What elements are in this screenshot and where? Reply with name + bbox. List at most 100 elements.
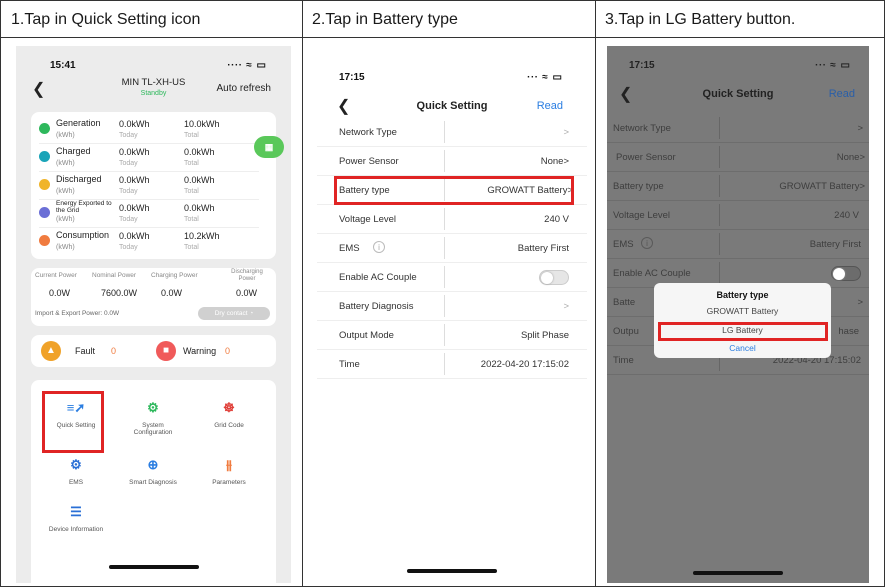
setting-row-battery-diagnosis[interactable]: Battery Diagnosis > xyxy=(317,292,587,321)
total-label: Total xyxy=(184,188,199,195)
dialog-title: Battery type xyxy=(716,290,769,300)
smart-diagnosis-button[interactable]: ⊕ Smart Diagnosis xyxy=(123,457,183,486)
warning-label[interactable]: Warning xyxy=(183,346,216,356)
setting-label: Time xyxy=(339,359,360,370)
today-label: Today xyxy=(119,132,138,139)
energy-row-discharged: Discharged (kWh) 0.0kWh Today 0.0kWh Tot… xyxy=(39,172,259,200)
home-indicator xyxy=(108,565,199,569)
read-button[interactable]: Read xyxy=(537,100,563,112)
setting-label: Voltage Level xyxy=(613,210,671,221)
setting-row-network-type[interactable]: Network Type > xyxy=(317,118,587,147)
chart-toggle-icon[interactable]: ▦ xyxy=(254,136,284,158)
today-label: Today xyxy=(119,216,138,223)
setting-value: > xyxy=(563,301,569,312)
setting-label: Battery Diagnosis xyxy=(339,301,414,312)
column-divider xyxy=(302,1,303,587)
parameters-button[interactable]: ⫵ Parameters xyxy=(199,457,259,486)
cancel-button[interactable]: Cancel xyxy=(654,343,831,353)
setting-row-network-type: Network Type > xyxy=(607,114,869,143)
setting-label: Network Type xyxy=(339,127,397,138)
parameters-icon: ⫵ xyxy=(226,457,232,472)
grid-code-button[interactable]: ☸ Grid Code xyxy=(199,400,259,429)
info-icon: i xyxy=(641,237,653,249)
grid-export-icon xyxy=(39,207,50,218)
setting-label: Power Sensor xyxy=(616,152,676,163)
energy-today: 0.0kWh xyxy=(119,119,150,129)
auto-refresh-button[interactable]: Auto refresh xyxy=(217,83,271,94)
power-value: 0.0W xyxy=(161,288,183,298)
setting-value: 240 V xyxy=(544,214,569,225)
setting-value: 2022-04-20 17:15:02 xyxy=(480,359,569,370)
divider xyxy=(719,233,720,255)
step1-title: 1.Tap in Quick Setting icon xyxy=(1,1,302,38)
setting-label: Time xyxy=(613,355,634,366)
setting-label: Enable AC Couple xyxy=(613,268,691,279)
divider xyxy=(444,324,445,346)
energy-row-exported: Energy Exported to the Grid (kWh) 0.0kWh… xyxy=(39,200,259,228)
setting-row-output-mode[interactable]: Output Mode Split Phase xyxy=(317,321,587,350)
setting-row-enable-ac-couple: Enable AC Couple xyxy=(317,263,587,292)
status-icons: ∙∙∙ ≈ ▭ xyxy=(527,72,563,83)
home-indicator xyxy=(693,571,783,575)
energy-row-generation: Generation (kWh) 0.0kWh Today 10.0kWh To… xyxy=(39,116,259,144)
setting-value: > xyxy=(563,127,569,138)
setting-row-power-sensor[interactable]: Power Sensor None> xyxy=(317,147,587,176)
device-information-button[interactable]: ☰ Device Information xyxy=(46,504,106,533)
energy-unit: (kWh) xyxy=(56,244,75,251)
ac-couple-toggle[interactable] xyxy=(539,270,569,285)
status-icons: ∙∙∙ ≈ ▭ xyxy=(815,60,851,71)
setting-label: Outpu xyxy=(613,326,639,337)
highlight-box xyxy=(42,391,104,453)
total-label: Total xyxy=(184,244,199,251)
setting-row-voltage-level[interactable]: Voltage Level 240 V xyxy=(317,205,587,234)
fault-label[interactable]: Fault xyxy=(75,346,95,356)
energy-label: Charged xyxy=(56,146,91,156)
ems-button[interactable]: ⚙ EMS xyxy=(46,457,106,486)
setting-value: > xyxy=(857,297,863,308)
charged-icon xyxy=(39,151,50,162)
device-header: ❮ MIN TL-XH-US Standby Auto refresh xyxy=(16,74,291,104)
setting-label: EMS xyxy=(613,239,634,250)
instruction-table: 1.Tap in Quick Setting icon 2.Tap in Bat… xyxy=(0,0,885,587)
setting-value: 240 V xyxy=(834,210,859,221)
energy-total: 0.0kWh xyxy=(184,147,215,157)
today-label: Today xyxy=(119,188,138,195)
setting-value: > xyxy=(857,123,863,134)
growatt-battery-option[interactable]: GROWATT Battery xyxy=(654,306,831,316)
setting-row-time[interactable]: Time 2022-04-20 17:15:02 xyxy=(317,350,587,379)
setting-row-battery-type: Battery type GROWATT Battery> xyxy=(607,172,869,201)
step3-title: 3.Tap in LG Battery button. xyxy=(595,1,885,38)
battery-type-dialog: Battery type GROWATT Battery LG Battery … xyxy=(654,283,831,358)
setting-value: Battery First xyxy=(809,239,861,250)
phone-screen-1: 15:41 ∙∙∙∙ ≈ ▭ ❮ MIN TL-XH-US Standby Au… xyxy=(16,46,291,583)
energy-total: 0.0kWh xyxy=(184,203,215,213)
total-label: Total xyxy=(184,160,199,167)
setting-label: Voltage Level xyxy=(339,214,397,225)
quick-setting-header: ❮ Quick Setting Read xyxy=(607,80,869,110)
setting-label: Network Type xyxy=(613,123,671,134)
energy-today: 0.0kWh xyxy=(119,147,150,157)
energy-unit: (kWh) xyxy=(56,160,75,167)
power-value: 7600.0W xyxy=(101,288,138,298)
total-label: Total xyxy=(184,132,199,139)
divider xyxy=(444,121,445,143)
setting-label: Enable AC Couple xyxy=(339,272,417,283)
ems-icon: ⚙ xyxy=(70,457,82,472)
energy-today: 0.0kWh xyxy=(119,175,150,185)
setting-row-voltage-level: Voltage Level 240 V xyxy=(607,201,869,230)
home-indicator xyxy=(407,569,497,573)
energy-label: Consumption xyxy=(56,230,110,240)
energy-unit: (kWh) xyxy=(56,216,75,223)
setting-label: Power Sensor xyxy=(339,156,399,167)
energy-row-charged: Charged (kWh) 0.0kWh Today 0.0kWh Total xyxy=(39,144,259,172)
total-label: Total xyxy=(184,216,199,223)
read-button[interactable]: Read xyxy=(829,88,855,100)
status-time: 15:41 xyxy=(50,60,76,71)
dry-contact-button[interactable]: Dry contact ◔ xyxy=(198,307,270,320)
info-icon[interactable]: i xyxy=(373,241,385,253)
system-configuration-button[interactable]: ⚙ System Configuration xyxy=(123,400,183,436)
divider xyxy=(719,146,720,168)
setting-row-ems[interactable]: EMS i Battery First xyxy=(317,234,587,263)
status-icons: ∙∙∙∙ ≈ ▭ xyxy=(227,60,267,71)
device-information-icon: ☰ xyxy=(70,504,82,519)
